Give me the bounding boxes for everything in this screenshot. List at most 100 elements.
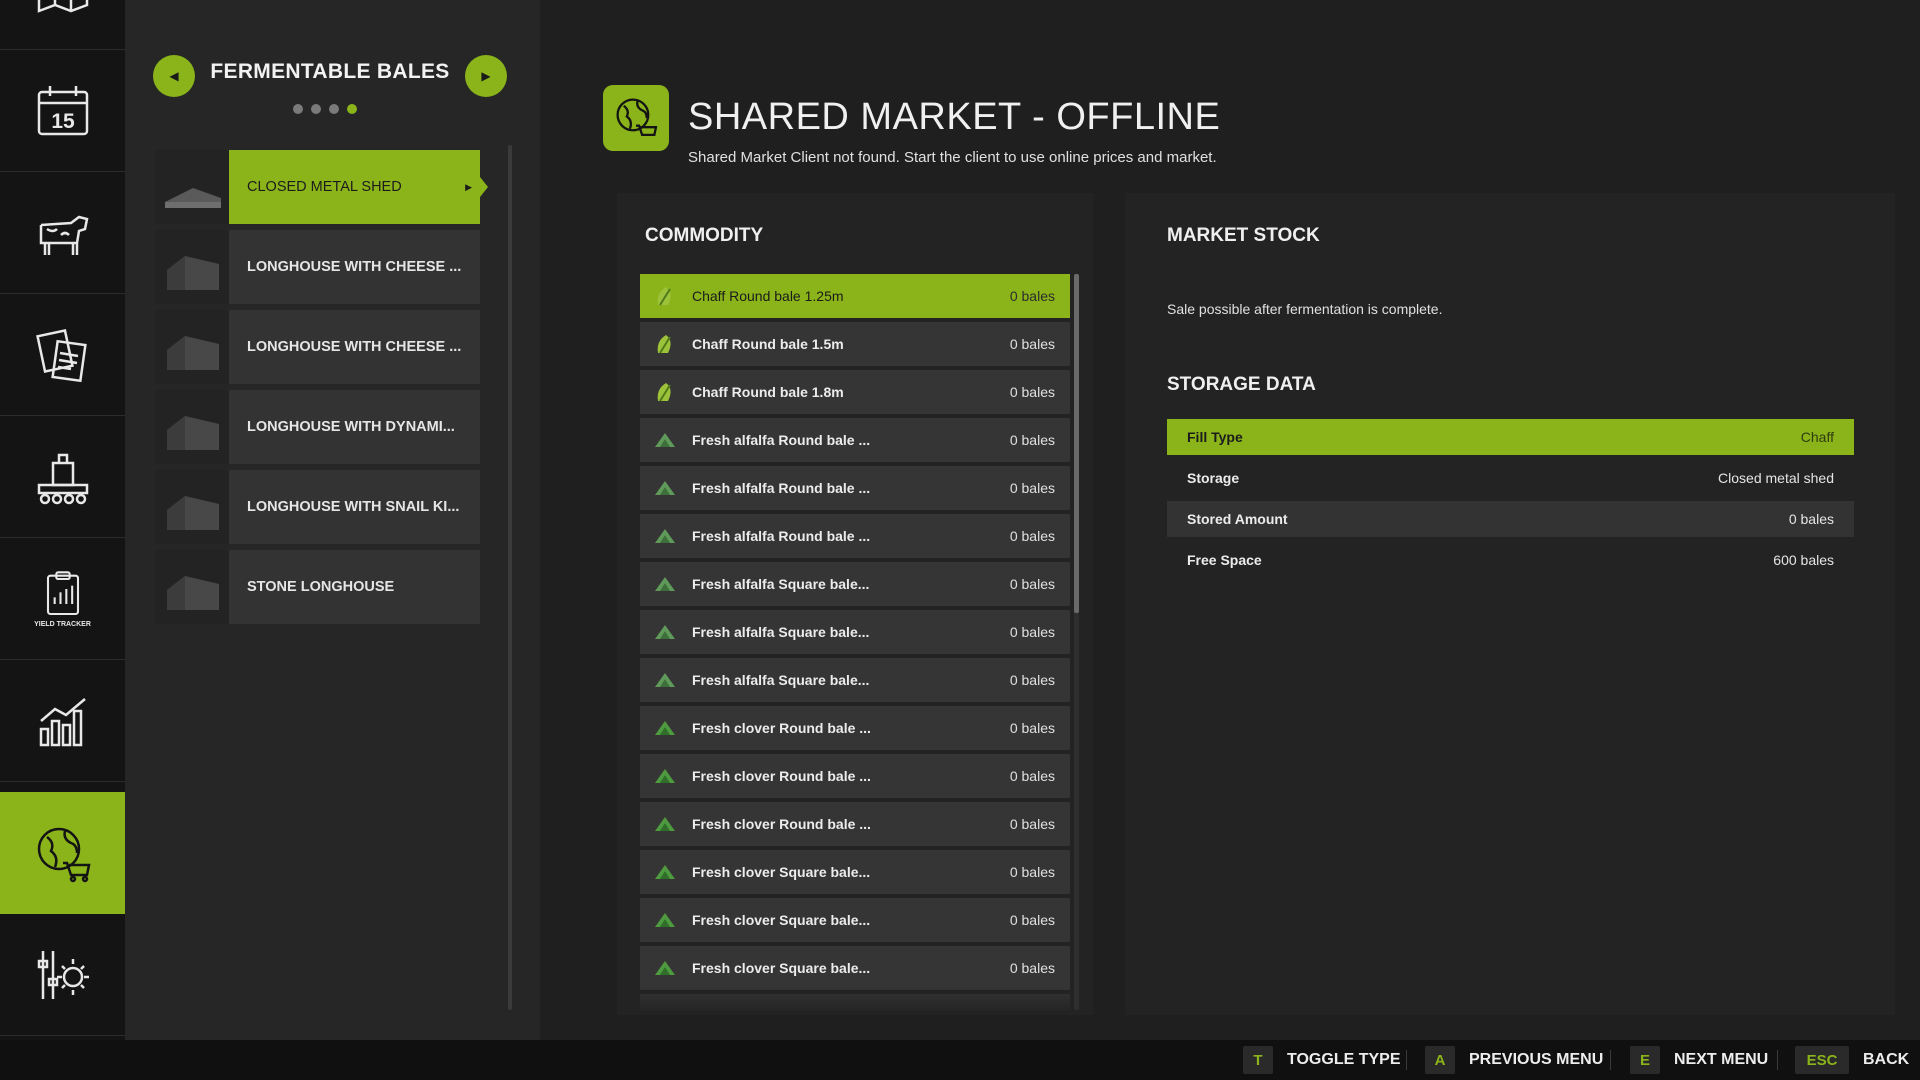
building-item[interactable]: CLOSED METAL SHED ▶ bbox=[155, 150, 488, 224]
storage-key: Fill Type bbox=[1187, 429, 1243, 445]
building-thumbnail bbox=[155, 150, 229, 224]
clover-icon bbox=[655, 721, 675, 735]
commodity-name: Fresh clover Square bale... bbox=[692, 960, 871, 976]
clover-icon bbox=[655, 913, 675, 927]
page-dot[interactable] bbox=[293, 104, 303, 114]
building-thumbnail bbox=[155, 550, 229, 624]
commodity-row[interactable]: Chaff Round bale 1.8m 0 bales bbox=[640, 370, 1070, 414]
commodity-name: Fresh alfalfa Round bale ... bbox=[692, 528, 871, 544]
commodity-row[interactable]: Chaff Round bale 1.5m 0 bales bbox=[640, 322, 1070, 366]
building-thumbnail bbox=[155, 310, 229, 384]
page-title: SHARED MARKET - OFFLINE bbox=[688, 96, 1221, 138]
clover-icon bbox=[655, 865, 675, 879]
hint-back[interactable]: ESC BACK bbox=[1795, 1046, 1909, 1074]
commodity-row[interactable]: Fresh alfalfa Square bale... 0 bales bbox=[640, 610, 1070, 654]
commodity-row[interactable]: Fresh alfalfa Square bale... 0 bales bbox=[640, 658, 1070, 702]
commodity-row[interactable]: Chaff Round bale 1.25m 0 bales bbox=[640, 274, 1070, 318]
commodity-row[interactable]: Fresh clover Square bale... 0 bales bbox=[640, 898, 1070, 942]
page-dot-active[interactable] bbox=[347, 104, 357, 114]
globe-cart-icon bbox=[616, 98, 658, 137]
commodity-name: Fresh clover Round bale ... bbox=[692, 720, 871, 736]
storage-value: 600 bales bbox=[1773, 552, 1834, 568]
page-dot[interactable] bbox=[311, 104, 321, 114]
hint-next-menu[interactable]: E NEXT MENU bbox=[1630, 1046, 1768, 1074]
sidebar-item-statistics[interactable] bbox=[0, 660, 125, 782]
commodity-row[interactable]: Fresh alfalfa Round bale ... 0 bales bbox=[640, 514, 1070, 558]
commodity-amount: 0 bales bbox=[1009, 384, 1055, 400]
building-item[interactable]: STONE LONGHOUSE bbox=[155, 550, 480, 624]
chaff-icon bbox=[657, 287, 671, 306]
building-thumbnail bbox=[155, 390, 229, 464]
settings-sliders-icon bbox=[37, 950, 89, 999]
commodity-name: Fresh alfalfa Round bale ... bbox=[692, 480, 871, 496]
storage-value: Chaff bbox=[1800, 429, 1834, 445]
page-dot[interactable] bbox=[329, 104, 339, 114]
commodity-row[interactable]: Fresh clover Round bale ... 0 bales bbox=[640, 706, 1070, 750]
building-item[interactable]: LONGHOUSE WITH DYNAMI... bbox=[155, 390, 480, 464]
building-label: LONGHOUSE WITH DYNAMI... bbox=[247, 419, 455, 435]
sidebar-item-contracts[interactable] bbox=[0, 294, 125, 416]
building-label: LONGHOUSE WITH CHEESE ... bbox=[247, 339, 462, 355]
alfalfa-icon bbox=[655, 481, 675, 495]
storage-value: Closed metal shed bbox=[1718, 470, 1834, 486]
page-subtitle: Shared Market Client not found. Start th… bbox=[688, 149, 1217, 166]
commodity-amount: 0 bales bbox=[1009, 960, 1055, 976]
globe-cart-icon bbox=[37, 827, 91, 883]
sidebar-item-production[interactable] bbox=[0, 416, 125, 538]
building-list-scrollbar[interactable] bbox=[508, 145, 512, 1010]
hint-separator bbox=[1406, 1050, 1407, 1070]
commodity-row[interactable]: Fresh alfalfa Round bale ... 0 bales bbox=[640, 418, 1070, 462]
commodity-amount: 0 bales bbox=[1009, 864, 1055, 880]
chevron-right-icon: ▶ bbox=[465, 181, 472, 192]
storage-row-stored-amount: Stored Amount 0 bales bbox=[1167, 501, 1854, 537]
storage-key: Storage bbox=[1187, 470, 1240, 486]
hint-toggle-type[interactable]: T TOGGLE TYPE bbox=[1243, 1046, 1401, 1074]
clover-icon bbox=[655, 769, 675, 783]
alfalfa-icon bbox=[655, 673, 675, 687]
category-page-dots bbox=[293, 104, 357, 114]
calendar-day-label: 15 bbox=[51, 110, 75, 133]
commodity-scrollbar-thumb[interactable] bbox=[1074, 274, 1079, 613]
hint-label: PREVIOUS MENU bbox=[1469, 1051, 1604, 1068]
commodity-list: Chaff Round bale 1.25m 0 bales Chaff Round… bbox=[640, 274, 1070, 1010]
commodity-row[interactable]: Fresh alfalfa Round bale ... 0 bales bbox=[640, 466, 1070, 510]
hint-label: NEXT MENU bbox=[1674, 1051, 1769, 1068]
alfalfa-icon bbox=[655, 625, 675, 639]
sidebar-item-animals[interactable] bbox=[0, 172, 125, 294]
arrow-right-icon: ▶ bbox=[481, 69, 491, 83]
commodity-row[interactable]: Fresh clover Round bale ... 0 bales bbox=[640, 802, 1070, 846]
building-item[interactable]: LONGHOUSE WITH CHEESE ... bbox=[155, 310, 480, 384]
commodity-name: Fresh clover Square bale... bbox=[692, 912, 871, 928]
sidebar-item-yield-tracker[interactable]: YIELD TRACKER bbox=[0, 538, 125, 660]
storage-value: 0 bales bbox=[1788, 511, 1834, 527]
hint-separator bbox=[1777, 1050, 1778, 1070]
sidebar-item-shared-market[interactable] bbox=[0, 792, 133, 914]
key-cap: T bbox=[1243, 1046, 1273, 1074]
building-item[interactable]: LONGHOUSE WITH CHEESE ... bbox=[155, 230, 480, 304]
header-market-icon-badge bbox=[603, 85, 669, 151]
market-stock-title: MARKET STOCK bbox=[1167, 225, 1320, 246]
storage-row-storage: Storage Closed metal shed bbox=[1167, 460, 1854, 496]
calendar-icon: 15 bbox=[37, 85, 88, 135]
commodity-amount: 0 bales bbox=[1009, 336, 1055, 352]
sidebar-item-map[interactable] bbox=[0, 0, 125, 50]
category-title: FERMENTABLE BALES bbox=[210, 60, 450, 83]
commodity-row[interactable]: Fresh alfalfa Square bale... 0 bales bbox=[640, 562, 1070, 606]
commodity-list-fade bbox=[640, 986, 1070, 1014]
arrow-left-icon: ◀ bbox=[169, 69, 179, 83]
sidebar-item-settings[interactable] bbox=[0, 914, 125, 1036]
commodity-amount: 0 bales bbox=[1009, 624, 1055, 640]
commodity-name: Fresh clover Round bale ... bbox=[692, 768, 871, 784]
hint-previous-menu[interactable]: A PREVIOUS MENU bbox=[1425, 1046, 1603, 1074]
sidebar-item-calendar[interactable]: 15 bbox=[0, 50, 125, 172]
hint-label: TOGGLE TYPE bbox=[1287, 1051, 1401, 1068]
category-prev-button[interactable]: ◀ bbox=[153, 55, 195, 97]
building-item[interactable]: LONGHOUSE WITH SNAIL KI... bbox=[155, 470, 480, 544]
commodity-row[interactable]: Fresh clover Square bale... 0 bales bbox=[640, 850, 1070, 894]
alfalfa-icon bbox=[655, 529, 675, 543]
commodity-row[interactable]: Fresh clover Square bale... 0 bales bbox=[640, 946, 1070, 990]
commodity-row[interactable]: Fresh clover Round bale ... 0 bales bbox=[640, 754, 1070, 798]
category-next-button[interactable]: ▶ bbox=[465, 55, 507, 97]
hint-separator bbox=[1610, 1050, 1611, 1070]
clover-icon bbox=[655, 961, 675, 975]
